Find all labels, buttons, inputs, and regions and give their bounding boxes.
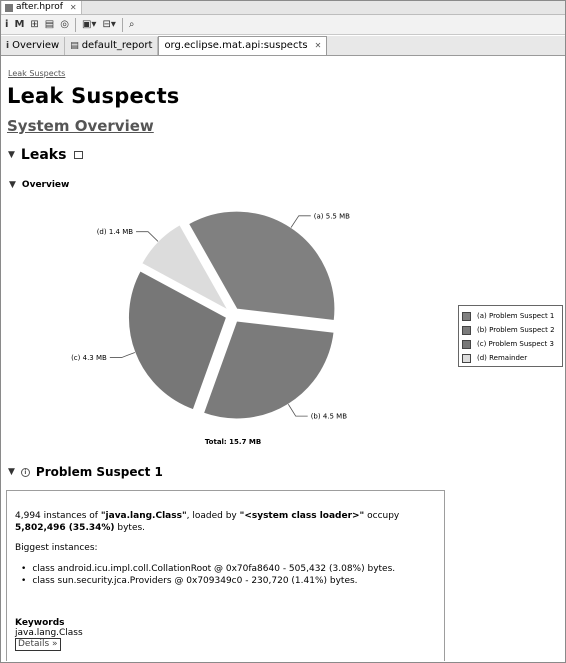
info-icon: i [6, 41, 10, 51]
editor-tab-label: after.hprof [16, 2, 63, 12]
heap-file-icon [5, 3, 13, 12]
sub-tab-bar: i Overview ▤ default_report org.eclipse.… [1, 36, 565, 56]
pie-label-d: (d) 1.4 MB [97, 228, 134, 236]
instance-text: class android.icu.impl.coll.CollationRoo… [32, 564, 396, 574]
legend-swatch [462, 353, 471, 363]
legend-swatch [462, 311, 471, 321]
leak-pie-chart: (a) 5.5 MB (b) 4.5 MB (c) 4.3 MB (d) 1.4 MB… [71, 210, 350, 446]
desc-loader-name: "<system class loader>" [239, 511, 365, 521]
pie-label-a: (a) 5.5 MB [314, 212, 350, 220]
editor-tab-bar: after.hprof ✕ [1, 1, 565, 15]
legend-label: (b) Problem Suspect 2 [477, 326, 555, 334]
close-icon[interactable]: ✕ [70, 1, 77, 14]
chart-legend: (a) Problem Suspect 1 (b) Problem Suspect… [458, 305, 563, 367]
instance-text: class sun.security.jca.Providers @ 0x709… [32, 576, 358, 586]
editor-tab-after-hprof[interactable]: after.hprof ✕ [2, 1, 82, 14]
pie-total-label: Total: 15.7 MB [205, 438, 261, 446]
dominator-tree-icon[interactable]: ⊞ [30, 18, 38, 32]
legend-label: (c) Problem Suspect 3 [477, 340, 554, 348]
desc-text: 4,994 instances of [15, 511, 101, 521]
pie-leader-d [136, 231, 159, 242]
tab-suspects-label: org.eclipse.mat.api:suspects [164, 40, 308, 51]
bullet-icon: • [21, 564, 27, 574]
pie-slice-b[interactable] [202, 320, 335, 420]
pie-leader-c [109, 352, 136, 358]
pie-leader-b [287, 404, 308, 417]
details-link[interactable]: Details » [15, 638, 61, 651]
info-icon[interactable]: i [5, 18, 8, 32]
close-icon[interactable]: ✕ [315, 37, 322, 55]
problem-suspect-toggle[interactable]: ▼ i Problem Suspect 1 [8, 465, 163, 479]
desc-text: bytes. [114, 523, 146, 533]
keywords-label: Keywords [15, 618, 65, 628]
list-item: • class android.icu.impl.coll.CollationRo… [21, 563, 395, 575]
problem-suspect-heading: Problem Suspect 1 [35, 465, 163, 479]
toolbar-separator [121, 17, 123, 32]
toolbar-separator [74, 17, 76, 32]
tab-default-report[interactable]: ▤ default_report [65, 37, 159, 55]
biggest-instances-list: • class android.icu.impl.coll.CollationRo… [21, 563, 395, 587]
run-report-icon[interactable]: ▣▾ [82, 18, 96, 32]
histogram-icon[interactable]: M [14, 18, 24, 32]
pie-label-c: (c) 4.3 MB [71, 354, 107, 362]
desc-bytes: 5,802,496 (35.34%) [15, 523, 115, 533]
pie-leader-a [290, 215, 311, 228]
biggest-instances-label: Biggest instances: [15, 543, 98, 553]
desc-text: , loaded by [186, 511, 240, 521]
chevron-down-icon: ▼ [8, 467, 15, 477]
legend-item-d: (d) Remainder [462, 351, 559, 365]
legend-item-b: (b) Problem Suspect 2 [462, 323, 559, 337]
suspect-info-icon: i [20, 467, 30, 477]
desc-class-name: "java.lang.Class" [100, 511, 187, 521]
query-browser-icon[interactable]: ⊟▾ [102, 18, 115, 32]
keyword-value: java.lang.Class [15, 628, 83, 638]
legend-item-a: (a) Problem Suspect 1 [462, 309, 559, 323]
legend-item-c: (c) Problem Suspect 3 [462, 337, 559, 351]
tab-overview-label: Overview [12, 40, 60, 51]
tab-overview[interactable]: i Overview [1, 37, 66, 55]
legend-swatch [462, 325, 471, 335]
thread-icon[interactable]: ◎ [60, 18, 69, 32]
tab-default-report-label: default_report [81, 40, 153, 51]
tab-suspects[interactable]: org.eclipse.mat.api:suspects ✕ [158, 36, 328, 55]
report-icon: ▤ [70, 41, 79, 51]
toolbar: i M ⊞ ▤ ◎ ▣▾ ⊟▾ ⌕ [1, 15, 565, 35]
desc-text: occupy [364, 511, 400, 521]
legend-label: (d) Remainder [477, 354, 528, 362]
bullet-icon: • [21, 576, 27, 586]
suspect-description: 4,994 instances of "java.lang.Class", lo… [15, 510, 435, 534]
legend-swatch [462, 339, 471, 349]
oql-icon[interactable]: ▤ [45, 18, 54, 32]
pie-label-b: (b) 4.5 MB [311, 413, 348, 421]
list-item: • class sun.security.jca.Providers @ 0x70… [21, 575, 395, 587]
report-content: Leak Suspects Leak Suspects System Overv… [1, 57, 565, 661]
pie-slice-a[interactable] [187, 210, 336, 322]
problem-suspect-panel: 4,994 instances of "java.lang.Class", lo… [6, 490, 445, 661]
search-icon[interactable]: ⌕ [129, 18, 135, 32]
legend-label: (a) Problem Suspect 1 [477, 312, 555, 320]
